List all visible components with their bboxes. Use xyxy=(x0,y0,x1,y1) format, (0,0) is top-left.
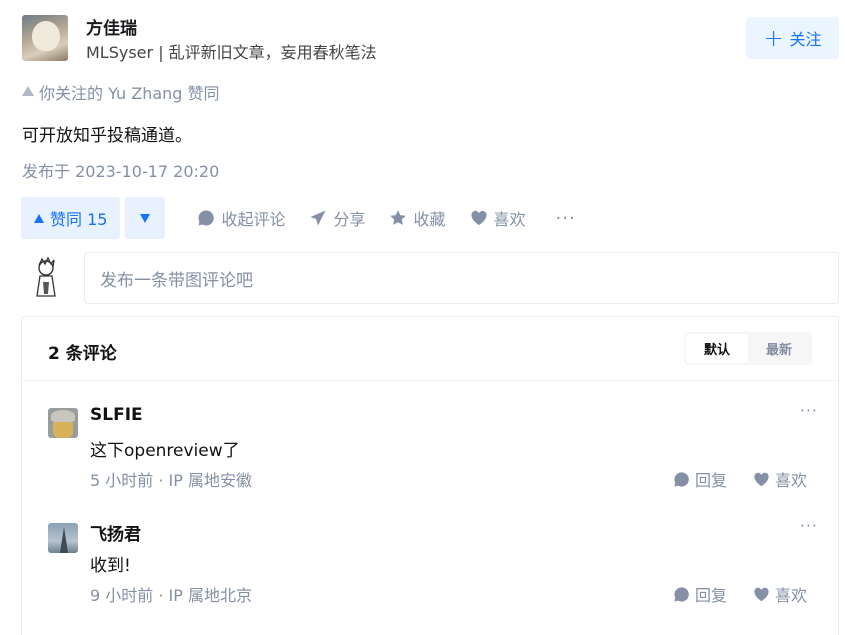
comment-like-label: 喜欢 xyxy=(775,586,808,605)
comment-bubble-icon xyxy=(198,210,215,226)
sort-toggle: 默认 最新 xyxy=(684,332,812,365)
comment-input[interactable]: 发布一条带图评论吧 xyxy=(84,252,839,304)
sort-latest-tab[interactable]: 最新 xyxy=(748,334,810,363)
paper-plane-icon xyxy=(310,210,326,226)
comment-bubble-icon xyxy=(674,471,689,487)
publish-time[interactable]: 发布于 2023-10-17 20:20 xyxy=(22,158,219,182)
endorsement-text: 你关注的 Yu Zhang 赞同 xyxy=(39,84,220,103)
author-name[interactable]: 方佳瑞 xyxy=(86,14,137,39)
collapse-comments-label: 收起评论 xyxy=(221,210,286,229)
comment-like-label: 喜欢 xyxy=(775,471,808,490)
comment-text: 收到! xyxy=(90,556,131,576)
plus-icon: + xyxy=(763,24,784,52)
commenter-name[interactable]: SLFIE xyxy=(90,405,143,425)
downvote-button[interactable] xyxy=(125,197,166,239)
comments-header: 2 条评论 默认 最新 xyxy=(22,317,838,381)
comment-like-button[interactable]: 喜欢 xyxy=(753,582,807,606)
like-label: 喜欢 xyxy=(493,210,526,229)
comment-bubble-icon xyxy=(674,586,689,602)
comment-item: 飞扬君 ··· 收到! 9 小时前 · IP 属地北京 回复 喜欢 xyxy=(48,516,818,620)
answer-content: 可开放知乎投稿通道。 xyxy=(22,126,192,146)
comment-input-placeholder: 发布一条带图评论吧 xyxy=(100,270,253,291)
favorite-label: 收藏 xyxy=(413,210,446,229)
collapse-comments-button[interactable]: 收起评论 xyxy=(197,206,285,230)
endorsement-note: 你关注的 Yu Zhang 赞同 xyxy=(22,80,220,104)
follow-button[interactable]: + 关注 xyxy=(746,17,839,59)
author-header: 方佳瑞 MLSyser | 乱评新旧文章，妄用春秋笔法 xyxy=(22,14,822,62)
comment-more-button[interactable]: ··· xyxy=(800,516,818,535)
upvote-label: 赞同 15 xyxy=(50,210,108,229)
heart-icon xyxy=(754,587,769,601)
comments-count-title: 2 条评论 xyxy=(48,344,117,364)
author-avatar[interactable] xyxy=(22,15,68,61)
like-button[interactable]: 喜欢 xyxy=(470,206,526,230)
upvote-triangle-icon xyxy=(22,86,34,96)
comment-text: 这下openreview了 xyxy=(90,441,240,461)
downvote-icon xyxy=(140,213,151,223)
sort-default-tab[interactable]: 默认 xyxy=(686,334,748,363)
action-bar: 赞同 15 收起评论 分享 收藏 喜欢 ··· xyxy=(21,197,576,239)
favorite-button[interactable]: 收藏 xyxy=(389,206,446,230)
author-bio: MLSyser | 乱评新旧文章，妄用春秋笔法 xyxy=(86,43,377,62)
upvote-button[interactable]: 赞同 15 xyxy=(21,197,121,239)
comment-item: SLFIE ··· 这下openreview了 5 小时前 · IP 属地安徽 … xyxy=(48,401,818,505)
reply-label: 回复 xyxy=(695,471,728,490)
comment-meta: 9 小时前 · IP 属地北京 xyxy=(90,586,252,605)
upvote-icon xyxy=(34,213,44,223)
star-icon xyxy=(390,210,407,225)
comment-meta: 5 小时前 · IP 属地安徽 xyxy=(90,471,252,490)
commenter-avatar[interactable] xyxy=(48,408,78,438)
reply-button[interactable]: 回复 xyxy=(673,582,727,606)
share-label: 分享 xyxy=(333,210,366,229)
user-avatar[interactable] xyxy=(28,256,64,300)
commenter-avatar[interactable] xyxy=(48,523,78,553)
commenter-name[interactable]: 飞扬君 xyxy=(90,520,141,545)
heart-icon xyxy=(754,472,769,486)
comments-panel: 2 条评论 默认 最新 SLFIE ··· 这下openreview了 5 小时… xyxy=(21,316,839,635)
reply-label: 回复 xyxy=(695,586,728,605)
comment-like-button[interactable]: 喜欢 xyxy=(753,467,807,491)
comment-more-button[interactable]: ··· xyxy=(800,401,818,420)
comment-composer: 发布一条带图评论吧 xyxy=(22,252,839,304)
follow-label: 关注 xyxy=(789,30,822,49)
heart-icon xyxy=(470,210,487,225)
reply-button[interactable]: 回复 xyxy=(673,467,727,491)
more-options-button[interactable]: ··· xyxy=(556,208,576,229)
share-button[interactable]: 分享 xyxy=(309,206,365,230)
